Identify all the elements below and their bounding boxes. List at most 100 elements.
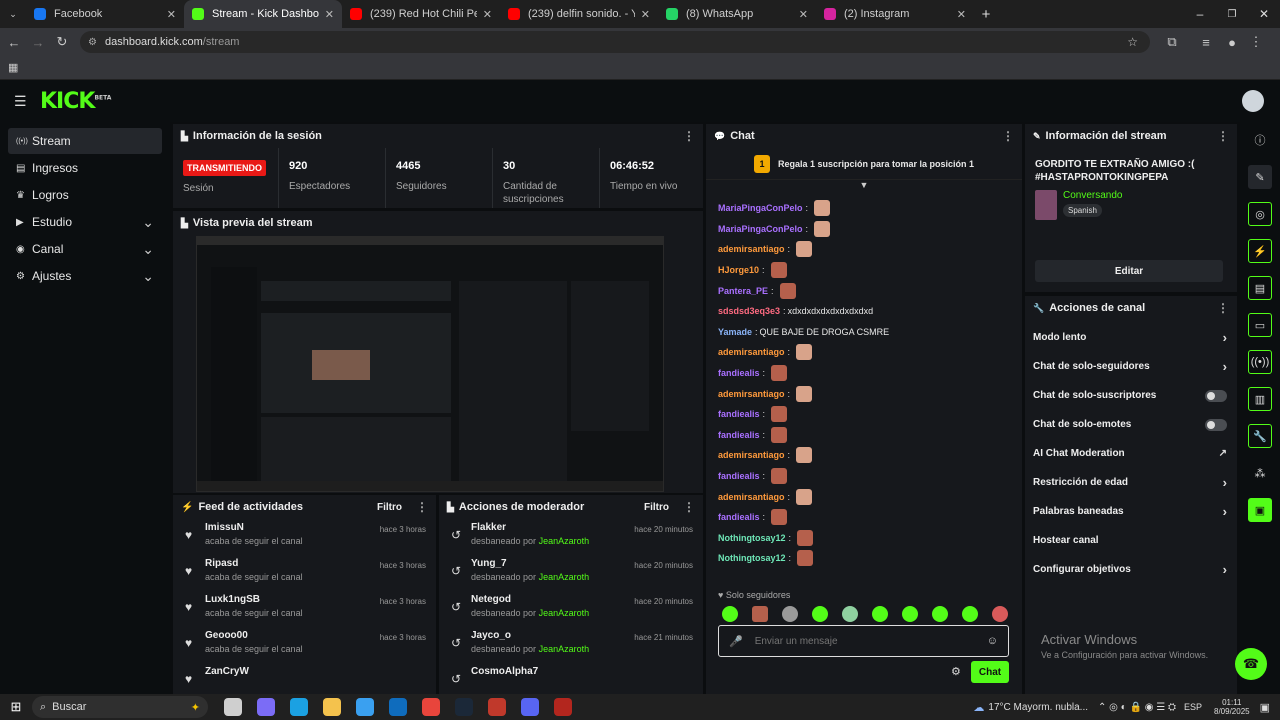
sidebar-item-ingresos[interactable]: ▤ Ingresos xyxy=(8,155,162,181)
chat-menu-icon[interactable]: ⋮ xyxy=(1002,129,1014,143)
steam-icon[interactable] xyxy=(454,698,473,716)
chat-username[interactable]: Nothingtosay12 xyxy=(718,533,786,543)
file-explorer-icon[interactable] xyxy=(322,698,341,716)
moderated-user[interactable]: Flakker xyxy=(471,522,634,533)
apps-grid-icon[interactable]: ▦ xyxy=(8,61,18,74)
toggle-switch[interactable] xyxy=(1205,389,1227,402)
broadcast-wave-icon[interactable]: ((•)) xyxy=(1248,350,1272,374)
channel-actions-menu-icon[interactable]: ⋮ xyxy=(1217,301,1229,315)
channel-action-configurar-objetivos[interactable]: Configurar objetivos › xyxy=(1025,555,1237,584)
browser-menu-icon[interactable]: ⋮ xyxy=(1244,34,1268,50)
chat-username[interactable]: Nothingtosay12 xyxy=(718,553,786,563)
chrome-icon[interactable] xyxy=(421,698,440,716)
clipboard-icon[interactable]: ▤ xyxy=(1248,276,1272,300)
channel-action-palabras-baneadas[interactable]: Palabras baneadas › xyxy=(1025,497,1237,526)
pinned-gift-banner[interactable]: 1 Regala 1 suscripción para tomar la pos… xyxy=(706,148,1022,180)
activity-user[interactable]: Geooo00 xyxy=(205,630,380,641)
emoji-picker-icon[interactable]: ☺ xyxy=(987,635,998,647)
chevron-down-icon[interactable]: ⌄ xyxy=(142,268,154,285)
support-chat-button[interactable]: ☎ xyxy=(1235,648,1267,680)
chat-username[interactable]: Pantera_PE xyxy=(718,286,768,296)
clock[interactable]: 01:11 8/09/2025 xyxy=(1214,698,1250,716)
moderator-name[interactable]: JeanAzaroth xyxy=(539,536,590,546)
forward-icon[interactable]: → xyxy=(26,35,50,50)
channel-action-restricci-n-de-edad[interactable]: Restricción de edad › xyxy=(1025,468,1237,497)
chat-username[interactable]: ademirsantiago xyxy=(718,389,785,399)
chat-username[interactable]: ademirsantiago xyxy=(718,347,785,357)
channel-action-chat-de-solo-seguidores[interactable]: Chat de solo-seguidores › xyxy=(1025,352,1237,381)
sidebar-item-logros[interactable]: ♛ Logros xyxy=(8,182,162,208)
edit-stream-button[interactable]: Editar xyxy=(1035,260,1223,282)
weather-text[interactable]: 17°C Mayorm. nubla... xyxy=(988,702,1088,713)
tray-icons[interactable]: ⌃ ◎ ◐ 🔒 ◉ ☰ ⛭ xyxy=(1098,702,1176,713)
emote-quick-8[interactable] xyxy=(932,606,948,622)
moderator-filter-button[interactable]: Filtro xyxy=(644,502,669,513)
maximize-icon[interactable]: ❐ xyxy=(1216,9,1248,20)
moderated-user[interactable]: CosmoAlpha7 xyxy=(471,666,693,677)
media-icon[interactable]: ≡ xyxy=(1194,35,1218,50)
channel-action-chat-de-solo-emotes[interactable]: Chat de solo-emotes xyxy=(1025,410,1237,439)
chat-input-box[interactable]: 🎤 ☺ xyxy=(718,625,1009,657)
sidebar-item-stream[interactable]: ((•)) Stream xyxy=(8,128,162,154)
activity-menu-icon[interactable]: ⋮ xyxy=(416,500,428,514)
profile-avatar[interactable]: ● xyxy=(1220,35,1244,50)
channel-action-chat-de-solo-suscriptores[interactable]: Chat de solo-suscriptores xyxy=(1025,381,1237,410)
chat-username[interactable]: fandiealis xyxy=(718,409,760,419)
notifications-icon[interactable]: ▣ xyxy=(1260,701,1270,714)
category-name[interactable]: Conversando xyxy=(1063,190,1122,201)
chat-username[interactable]: HJorge10 xyxy=(718,265,759,275)
chat-username[interactable]: MariaPingaConPelo xyxy=(718,224,803,234)
windows-start-icon[interactable]: ⊞ xyxy=(0,699,32,715)
activity-user[interactable]: ImissuN xyxy=(205,522,380,533)
activity-filter-button[interactable]: Filtro xyxy=(377,502,402,513)
sidebar-item-canal[interactable]: ◉ Canal ⌄ xyxy=(8,236,162,262)
task-view-icon[interactable] xyxy=(223,698,242,716)
user-avatar[interactable] xyxy=(1242,90,1264,112)
tab-close-icon[interactable]: ✕ xyxy=(483,8,492,21)
chat-settings-icon[interactable]: ⚙ xyxy=(951,665,961,678)
chat-username[interactable]: MariaPingaConPelo xyxy=(718,203,803,213)
browser-tab[interactable]: (8) WhatsApp ✕ xyxy=(658,0,816,28)
layout-icon[interactable]: ▥ xyxy=(1248,387,1272,411)
moderator-name[interactable]: JeanAzaroth xyxy=(539,572,590,582)
site-info-icon[interactable]: ⚙ xyxy=(88,37,97,48)
tab-close-icon[interactable]: ✕ xyxy=(957,8,966,21)
sidebar-item-estudio[interactable]: ▶ Estudio ⌄ xyxy=(8,209,162,235)
browser-tab[interactable]: (2) Instagram ✕ xyxy=(816,0,974,28)
sidebar-item-ajustes[interactable]: ⚙ Ajustes ⌄ xyxy=(8,263,162,289)
close-window-icon[interactable]: ✕ xyxy=(1248,7,1280,21)
back-icon[interactable]: ← xyxy=(2,35,26,50)
emote-quick-7[interactable] xyxy=(902,606,918,622)
chat-username[interactable]: fandiealis xyxy=(718,471,760,481)
chat-username[interactable]: ademirsantiago xyxy=(718,244,785,254)
stream-info-menu-icon[interactable]: ⋮ xyxy=(1217,129,1229,143)
emote-quick-9[interactable] xyxy=(962,606,978,622)
chevron-down-icon[interactable]: ⌄ xyxy=(142,241,154,258)
tab-search-icon[interactable]: ⌄ xyxy=(0,9,26,20)
browser-tab[interactable]: Facebook ✕ xyxy=(26,0,184,28)
url-field[interactable]: ⚙ dashboard.kick.com/stream ☆ xyxy=(80,31,1150,53)
tab-close-icon[interactable]: ✕ xyxy=(167,8,176,21)
weather-icon[interactable]: ☁ xyxy=(973,701,984,714)
extensions-icon[interactable]: ⧉ xyxy=(1160,34,1184,50)
chat-username[interactable]: fandiealis xyxy=(718,512,760,522)
channel-action-modo-lento[interactable]: Modo lento › xyxy=(1025,323,1237,352)
emote-quick-3[interactable] xyxy=(782,606,798,622)
bookmark-star-icon[interactable]: ☆ xyxy=(1127,35,1138,49)
emote-quick-4[interactable] xyxy=(812,606,828,622)
emote-quick-2[interactable] xyxy=(752,606,768,622)
hamburger-menu-icon[interactable]: ☰ xyxy=(14,93,28,110)
moderated-user[interactable]: Netegod xyxy=(471,594,634,605)
emote-quick-5[interactable] xyxy=(842,606,858,622)
chat-username[interactable]: ademirsantiago xyxy=(718,450,785,460)
browser-tab[interactable]: (239) Red Hot Chili Peppers - C ✕ xyxy=(342,0,500,28)
channel-action-hostear-canal[interactable]: Hostear canal xyxy=(1025,526,1237,555)
app-icon[interactable] xyxy=(487,698,506,716)
tab-close-icon[interactable]: ✕ xyxy=(799,8,808,21)
lightning-icon[interactable]: ⚡ xyxy=(1248,239,1272,263)
collapse-pinned-icon[interactable]: ▼ xyxy=(706,180,1022,192)
moderator-menu-icon[interactable]: ⋮ xyxy=(683,500,695,514)
moderator-name[interactable]: JeanAzaroth xyxy=(539,644,590,654)
channel-action-ai-chat-moderation[interactable]: AI Chat Moderation ↗ xyxy=(1025,439,1237,468)
moderator-name[interactable]: JeanAzaroth xyxy=(539,608,590,618)
